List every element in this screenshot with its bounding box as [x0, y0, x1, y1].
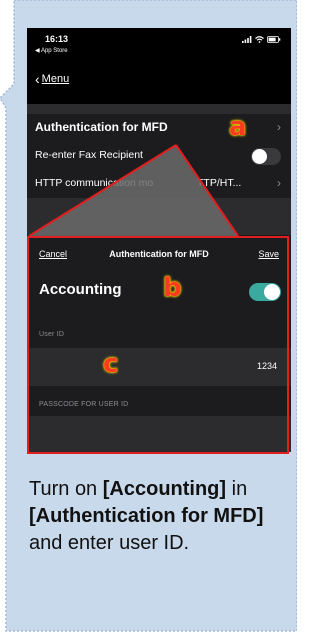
instruction-caption: Turn on [Accounting] in [Authentication …	[29, 476, 297, 557]
caption-text: in	[226, 478, 248, 500]
caption-bold: [Accounting]	[102, 478, 227, 500]
caption-bold: [Authentication for MFD]	[29, 505, 264, 527]
caption-text: and enter user ID.	[29, 532, 190, 554]
marker-c: c	[103, 349, 119, 379]
marker-b: b	[163, 273, 182, 303]
caption-text: Turn on	[29, 478, 103, 500]
marker-a: a	[229, 112, 247, 142]
